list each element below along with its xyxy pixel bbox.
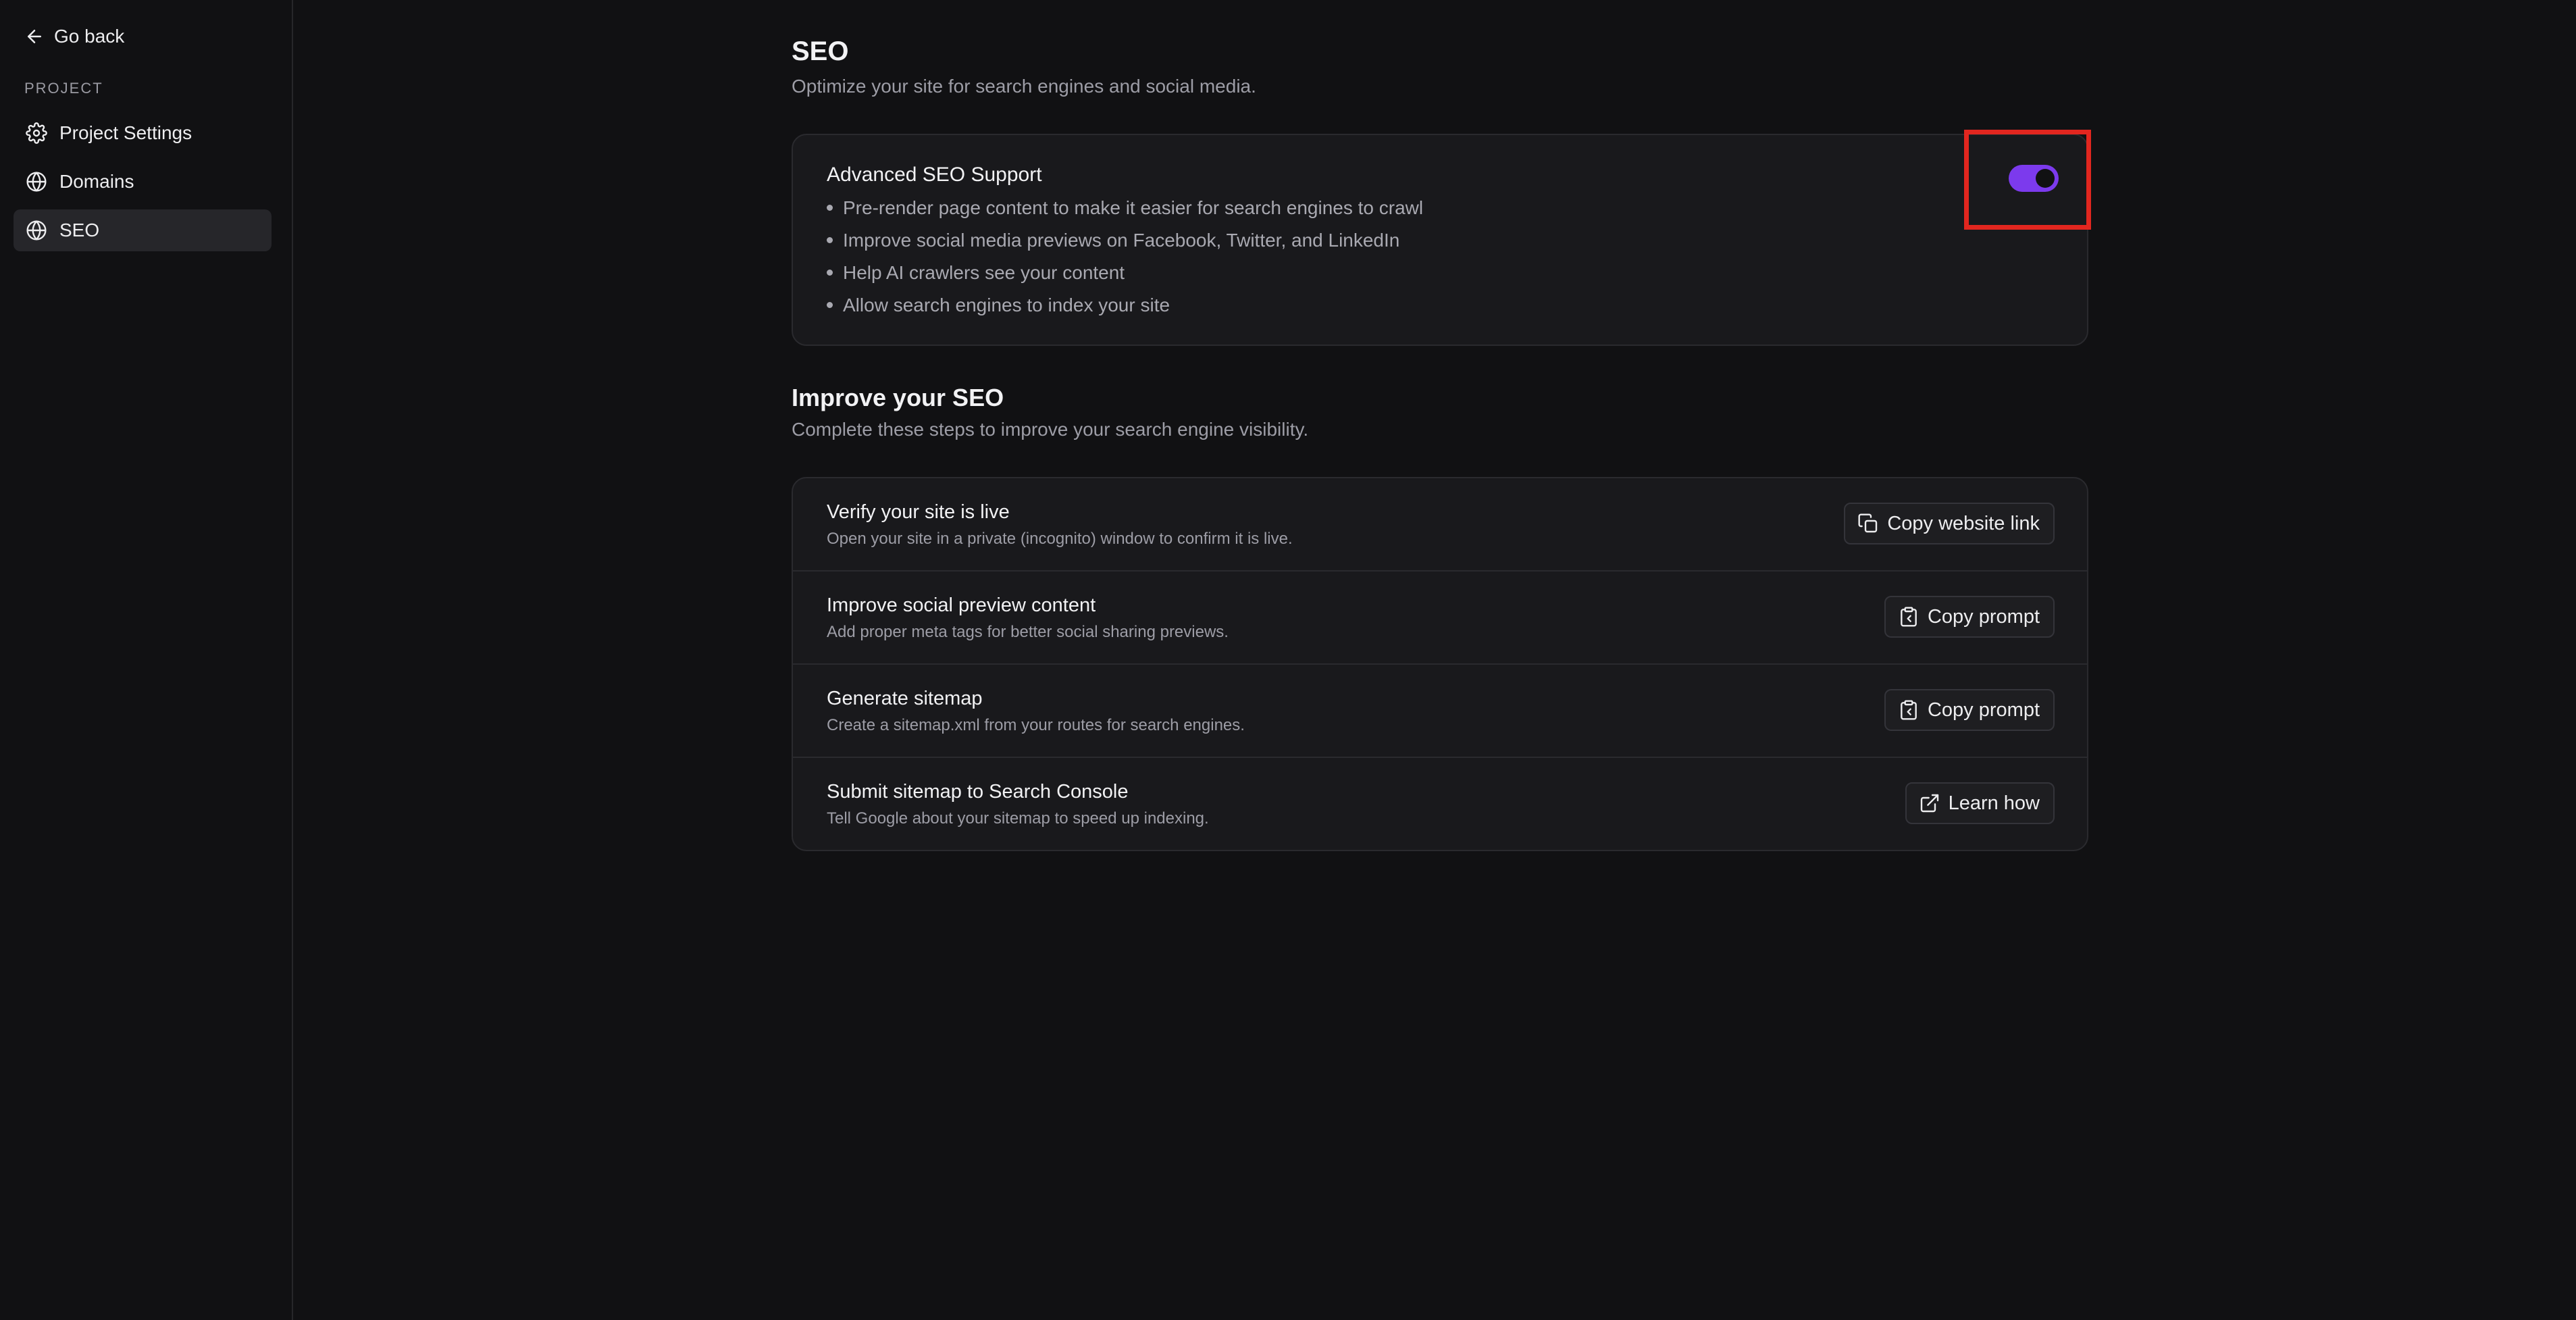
- step-title: Generate sitemap: [827, 688, 983, 709]
- app: Go back PROJECT Project Settings Domains…: [0, 0, 2576, 1320]
- step-row: Submit sitemap to Search Console Tell Go…: [793, 758, 2087, 850]
- sidebar-section-label: PROJECT: [24, 80, 103, 97]
- feature-item: Help AI crawlers see your content: [827, 259, 1423, 292]
- step-description: Add proper meta tags for better social s…: [827, 623, 1229, 641]
- globe-icon: [26, 172, 47, 192]
- step-description: Open your site in a private (incognito) …: [827, 530, 1293, 548]
- button-label: Copy prompt: [1927, 605, 2040, 628]
- page-title: SEO: [792, 36, 849, 66]
- copy-icon: [1858, 513, 1878, 533]
- sidebar: Go back PROJECT Project Settings Domains…: [0, 0, 293, 1320]
- step-title: Verify your site is live: [827, 501, 1010, 523]
- advanced-seo-card: Advanced SEO Support Pre-render page con…: [792, 130, 2091, 346]
- arrow-left-icon: [28, 30, 41, 43]
- toggle-knob: [2036, 169, 2055, 188]
- copy-prompt-button[interactable]: Copy prompt: [1884, 689, 2055, 731]
- copy-website-link-button[interactable]: Copy website link: [1844, 503, 2055, 544]
- step-row: Improve social preview content Add prope…: [793, 572, 2087, 665]
- button-label: Copy prompt: [1927, 699, 2040, 721]
- sidebar-item-domains[interactable]: Domains: [14, 161, 272, 203]
- step-description: Create a sitemap.xml from your routes fo…: [827, 716, 1245, 734]
- sidebar-item-label: Project Settings: [59, 122, 192, 143]
- go-back-label: Go back: [54, 26, 125, 47]
- improve-seo-title: Improve your SEO: [792, 384, 1004, 411]
- clipboard-icon: [1901, 607, 1917, 627]
- feature-item: Pre-render page content to make it easie…: [827, 195, 1423, 227]
- step-description: Tell Google about your sitemap to speed …: [827, 809, 1209, 828]
- gear-icon: [26, 122, 47, 144]
- button-label: Copy website link: [1887, 512, 2040, 534]
- page-subtitle: Optimize your site for search engines an…: [792, 76, 1256, 97]
- learn-how-button[interactable]: Learn how: [1905, 782, 2055, 824]
- sidebar-item-label: SEO: [59, 220, 100, 240]
- advanced-seo-title: Advanced SEO Support: [827, 163, 1042, 186]
- copy-prompt-button[interactable]: Copy prompt: [1884, 596, 2055, 638]
- step-title: Submit sitemap to Search Console: [827, 781, 1129, 803]
- external-link-icon: [1920, 794, 1938, 813]
- step-row: Verify your site is live Open your site …: [793, 478, 2087, 572]
- step-title: Improve social preview content: [827, 594, 1096, 616]
- step-row: Generate sitemap Create a sitemap.xml fr…: [793, 665, 2087, 758]
- button-label: Learn how: [1948, 792, 2040, 814]
- advanced-seo-features: Pre-render page content to make it easie…: [827, 195, 1423, 324]
- improve-seo-subtitle: Complete these steps to improve your sea…: [792, 419, 1309, 440]
- feature-item: Improve social media previews on Faceboo…: [827, 227, 1423, 259]
- improve-seo-steps: Verify your site is live Open your site …: [792, 477, 2088, 851]
- advanced-seo-toggle[interactable]: [2009, 165, 2059, 192]
- sidebar-item-project-settings[interactable]: Project Settings: [14, 112, 272, 154]
- sidebar-item-label: Domains: [59, 171, 134, 192]
- go-back-button[interactable]: Go back: [24, 22, 124, 51]
- sidebar-item-seo[interactable]: SEO: [14, 209, 272, 251]
- clipboard-icon: [1901, 700, 1917, 720]
- feature-item: Allow search engines to index your site: [827, 292, 1423, 324]
- globe-icon: [26, 220, 47, 240]
